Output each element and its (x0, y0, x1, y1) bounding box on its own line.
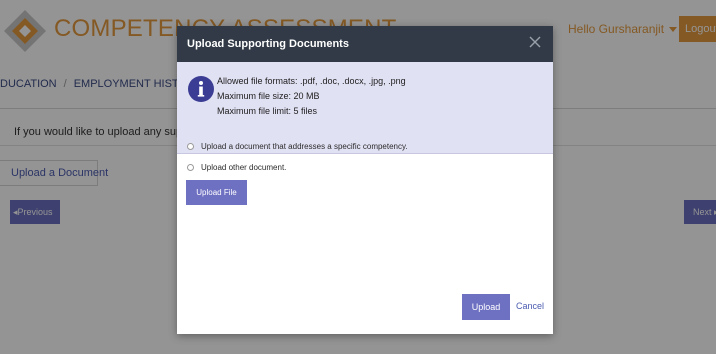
modal-title: Upload Supporting Documents (187, 38, 349, 50)
max-files-text: Maximum file limit: 5 files (217, 106, 318, 116)
cancel-link[interactable]: Cancel (516, 301, 544, 311)
option-other-document[interactable]: Upload other document. (187, 163, 286, 172)
upload-modal: Upload Supporting Documents Allowed file… (177, 26, 553, 334)
allowed-formats-text: Allowed file formats: .pdf, .doc, .docx,… (217, 76, 406, 86)
modal-header: Upload Supporting Documents (177, 26, 553, 62)
info-icon (188, 76, 214, 102)
option-specific-competency[interactable]: Upload a document that addresses a speci… (187, 142, 408, 151)
info-panel: Allowed file formats: .pdf, .doc, .docx,… (177, 62, 553, 154)
option-label: Upload a document that addresses a speci… (201, 142, 408, 151)
close-icon[interactable] (525, 32, 545, 52)
max-size-text: Maximum file size: 20 MB (217, 91, 320, 101)
radio-button[interactable] (187, 143, 194, 150)
option-label: Upload other document. (201, 163, 287, 172)
upload-button[interactable]: Upload (462, 294, 510, 320)
upload-file-button[interactable]: Upload File (186, 180, 247, 205)
radio-button[interactable] (187, 164, 194, 171)
